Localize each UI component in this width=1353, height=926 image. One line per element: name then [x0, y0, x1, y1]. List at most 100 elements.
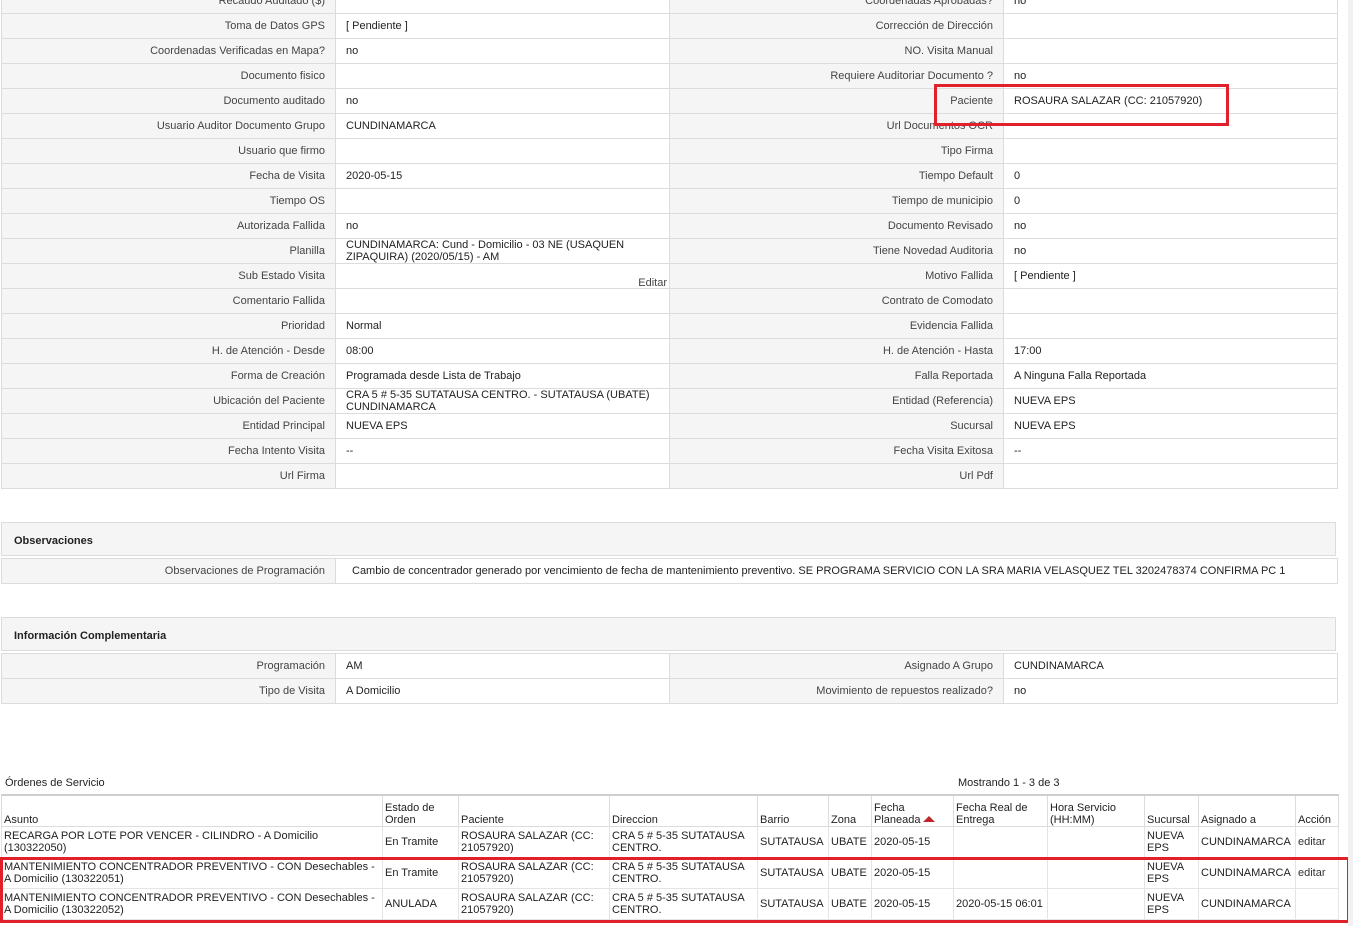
orders-header-cell[interactable]: Asunto [1, 794, 383, 827]
detail-row: H. de Atención - Desde 08:00 H. de Atenció… [1, 338, 1338, 364]
order-row[interactable]: MANTENIMIENTO CONCENTRADOR PREVENTIVO - … [1, 888, 1339, 920]
order-cell: MANTENIMIENTO CONCENTRADOR PREVENTIVO - … [1, 888, 383, 920]
info-value: A Domicilio [335, 678, 670, 704]
order-cell: ROSAURA SALAZAR (CC: 21057920) [458, 888, 610, 920]
orders-header-cell[interactable]: Fecha Real de Entrega [953, 794, 1048, 827]
orders-header-cell[interactable]: Estado de Orden [382, 794, 459, 827]
orders-count: Mostrando 1 - 3 de 3 [958, 777, 1060, 789]
detail-value: no [1003, 238, 1338, 264]
order-cell: SUTATAUSA [757, 888, 829, 920]
detail-label: Toma de Datos GPS [1, 13, 336, 39]
detail-value [335, 0, 670, 14]
info-complementaria-table: Programación AM Asignado A Grupo CUNDINAMAR… [1, 653, 1338, 704]
detail-row: Documento auditado no Paciente ROSAURA SALA… [1, 88, 1338, 114]
detail-row: Coordenadas Verificadas en Mapa? no NO. Vi… [1, 38, 1338, 64]
detail-value: 0 [1003, 188, 1338, 214]
detail-label: Usuario Auditor Documento Grupo [1, 113, 336, 139]
detail-value: -- [335, 438, 670, 464]
order-cell: CUNDINAMARCA [1198, 826, 1296, 858]
detail-label: Entidad Principal [1, 413, 336, 439]
order-edit-link [1295, 888, 1339, 920]
orders-header-cell[interactable]: Barrio [757, 794, 829, 827]
detail-value: CUNDINAMARCA [335, 113, 670, 139]
detail-label: NO. Visita Manual [669, 38, 1004, 64]
edit-planilla-link[interactable]: Editar [638, 277, 667, 289]
orders-header-label: Hora Servicio (HH:MM) [1050, 802, 1117, 826]
detail-value [1003, 113, 1338, 139]
orders-header-cell[interactable]: Paciente [458, 794, 610, 827]
orders-header-label: Acción [1298, 814, 1332, 826]
order-cell: ROSAURA SALAZAR (CC: 21057920) [458, 826, 610, 858]
detail-row: Documento fisico Requiere Auditoriar Docu… [1, 63, 1338, 89]
info-row: Tipo de Visita A Domicilio Movimiento de r… [1, 678, 1338, 704]
detail-value [1003, 38, 1338, 64]
sort-fecha-planeada[interactable]: Fecha Planeada [871, 794, 954, 827]
detail-row: Url Firma Url Pdf [1, 463, 1338, 489]
detail-value: no [335, 38, 670, 64]
order-cell: 2020-05-15 [871, 826, 954, 858]
detail-value: [ Pendiente ] [335, 13, 670, 39]
detail-value: no [1003, 63, 1338, 89]
detail-label: Fecha de Visita [1, 163, 336, 189]
orders-header-cell[interactable]: Hora Servicio (HH:MM) [1047, 794, 1145, 827]
info-label: Tipo de Visita [1, 678, 336, 704]
orders-header-cell[interactable]: Sucursal [1144, 794, 1199, 827]
detail-value: 2020-05-15 [335, 163, 670, 189]
order-cell: UBATE [828, 888, 872, 920]
order-cell: 2020-05-15 06:01 [953, 888, 1048, 920]
observaciones-value: Cambio de concentrador generado por venc… [335, 558, 1338, 584]
orders-header-label: Estado de Orden [385, 802, 435, 826]
scrollbar[interactable] [1348, 0, 1353, 926]
detail-value: no [1003, 0, 1338, 14]
detail-label: Falla Reportada [669, 363, 1004, 389]
detail-value: 17:00 [1003, 338, 1338, 364]
detail-value: CRA 5 # 5-35 SUTATAUSA CENTRO. - SUTATAU… [335, 388, 670, 414]
detail-label: Recaudo Auditado ($) [1, 0, 336, 14]
order-cell [1047, 857, 1145, 889]
detail-label: Tipo Firma [669, 138, 1004, 164]
detail-label: Corrección de Dirección [669, 13, 1004, 39]
order-row[interactable]: MANTENIMIENTO CONCENTRADOR PREVENTIVO - … [1, 857, 1339, 889]
info-label: Movimiento de repuestos realizado? [669, 678, 1004, 704]
orders-header-label: Direccion [612, 814, 658, 826]
detail-value [335, 288, 670, 314]
order-row[interactable]: RECARGA POR LOTE POR VENCER - CILINDRO -… [1, 826, 1339, 858]
detail-value: no [335, 213, 670, 239]
detail-label: Url Firma [1, 463, 336, 489]
observaciones-table: Observaciones de Programación Cambio de … [1, 558, 1338, 584]
detail-row: Autorizada Fallida no Documento Revisado no [1, 213, 1338, 239]
order-edit-link[interactable]: editar [1295, 857, 1339, 889]
detail-value: 08:00 [335, 338, 670, 364]
detail-label: H. de Atención - Desde [1, 338, 336, 364]
detail-row: Recaudo Auditado ($) Coordenadas Aprobada… [1, 0, 1338, 14]
orders-header-cell[interactable]: Acción [1295, 794, 1339, 827]
order-cell: CRA 5 # 5-35 SUTATAUSA CENTRO. [609, 826, 758, 858]
orders-header-label: Barrio [760, 814, 790, 826]
detail-label: Evidencia Fallida [669, 313, 1004, 339]
order-cell: En Tramite [382, 826, 459, 858]
detail-label: Fecha Visita Exitosa [669, 438, 1004, 464]
detail-row: Tiempo OS Tiempo de municipio 0 [1, 188, 1338, 214]
order-cell: 2020-05-15 [871, 857, 954, 889]
order-edit-link[interactable]: editar [1295, 826, 1339, 858]
detail-row: Planilla CUNDINAMARCA: Cund - Domicilio -… [1, 238, 1338, 264]
detail-label: Motivo Fallida [669, 263, 1004, 289]
order-cell: RECARGA POR LOTE POR VENCER - CILINDRO -… [1, 826, 383, 858]
order-cell: UBATE [828, 857, 872, 889]
detail-label: Documento auditado [1, 88, 336, 114]
orders-header-cell[interactable]: Zona [828, 794, 872, 827]
detail-row: Fecha Intento Visita -- Fecha Visita Exito… [1, 438, 1338, 464]
detail-label: Autorizada Fallida [1, 213, 336, 239]
detail-value [1003, 138, 1338, 164]
orders-header-cell[interactable]: Asignado a [1198, 794, 1296, 827]
detail-value: -- [1003, 438, 1338, 464]
visit-detail-table: Recaudo Auditado ($) Coordenadas Aprobada… [1, 0, 1338, 489]
orders-header-label: Sucursal [1147, 814, 1190, 826]
info-value: AM [335, 653, 670, 679]
detail-value: A Ninguna Falla Reportada [1003, 363, 1338, 389]
order-cell: SUTATAUSA [757, 826, 829, 858]
detail-value: [ Pendiente ] [1003, 263, 1338, 289]
detail-value [335, 188, 670, 214]
orders-header-cell[interactable]: Direccion [609, 794, 758, 827]
order-cell: CUNDINAMARCA [1198, 888, 1296, 920]
